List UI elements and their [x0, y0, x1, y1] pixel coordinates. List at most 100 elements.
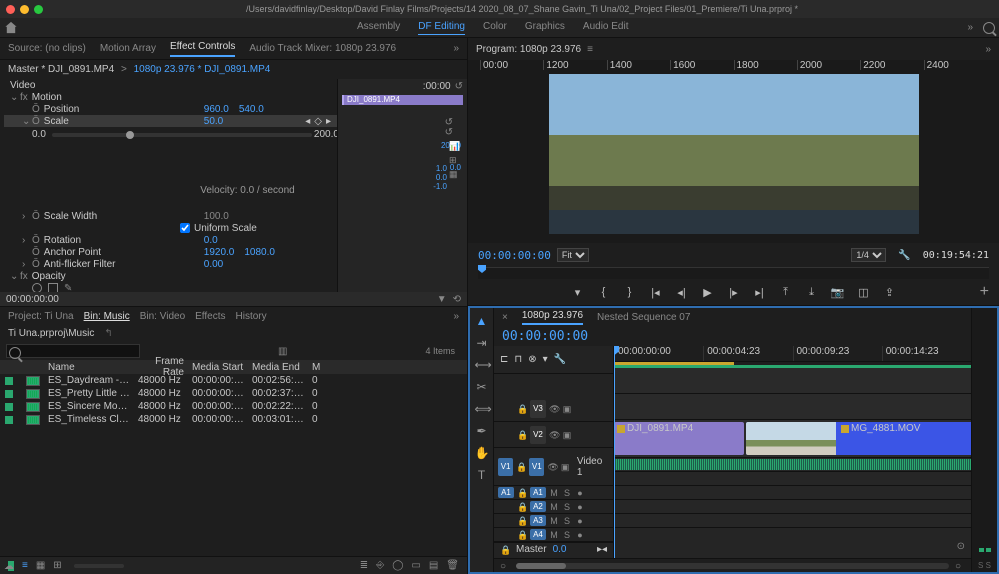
tab-audio-track-mixer[interactable]: Audio Track Mixer: 1080p 23.976: [249, 43, 396, 54]
tab-effects[interactable]: Effects: [195, 311, 225, 322]
sync-lock-icon[interactable]: ▣: [560, 462, 570, 472]
tab-source[interactable]: Source: (no clips): [8, 43, 86, 54]
motion-effect-label[interactable]: Motion: [32, 92, 192, 103]
track-target[interactable]: A3: [530, 515, 546, 526]
track-target[interactable]: V2: [530, 426, 546, 444]
track-header-a4[interactable]: 🔒A4MS●: [494, 528, 613, 542]
search-input[interactable]: [6, 344, 140, 358]
zoom-in-icon[interactable]: ○: [955, 561, 965, 571]
minimize-icon[interactable]: [20, 5, 29, 14]
filter-icon[interactable]: ▼: [437, 294, 447, 305]
tab-sequence-main[interactable]: 1080p 23.976: [522, 310, 583, 325]
settings-icon[interactable]: 🔧: [898, 250, 910, 261]
lock-icon[interactable]: ×: [502, 312, 508, 323]
col-more[interactable]: M: [308, 362, 318, 373]
workspace-assembly[interactable]: Assembly: [357, 21, 400, 35]
zoom-out-icon[interactable]: ○: [500, 561, 510, 571]
audio-meters[interactable]: S S: [971, 308, 997, 572]
disclosure-icon[interactable]: ›: [22, 211, 30, 222]
freeform-view-icon[interactable]: ⊞: [53, 560, 61, 571]
lift-icon[interactable]: ⤒: [779, 285, 793, 299]
tab-history[interactable]: History: [236, 311, 267, 322]
track-a2-lane[interactable]: [614, 472, 971, 486]
master-value[interactable]: 0.0: [553, 544, 567, 555]
settings-icon[interactable]: 🔧: [554, 354, 566, 365]
toggle-output-icon[interactable]: 👁: [549, 404, 559, 414]
share-icon[interactable]: ⇪: [883, 285, 897, 299]
keyframe-timeline[interactable]: :00:00↺ DJI_0891.MP4 ↺ ↺ 200.0 0.0 1.0 0…: [337, 79, 467, 292]
track-a3-lane[interactable]: [614, 486, 971, 500]
overflow-icon[interactable]: »: [967, 22, 973, 33]
trash-icon[interactable]: 🗑: [446, 560, 459, 571]
panel-menu-icon[interactable]: »: [453, 43, 459, 54]
track-target[interactable]: V1: [529, 458, 544, 476]
graph-tool-icon[interactable]: ▦: [449, 169, 459, 180]
disclosure-icon[interactable]: ›: [22, 259, 30, 270]
effect-timecode[interactable]: 00:00:00:00: [6, 294, 59, 305]
sync-status-icon[interactable]: ☁: [4, 561, 14, 572]
lock-icon[interactable]: 🔒: [517, 530, 527, 540]
anchor-y[interactable]: 1080.0: [244, 247, 275, 258]
scale-keyframe-graph[interactable]: 200.0 0.0 1.0 0.0 -1.0 📊 ⊞ ▦: [344, 141, 461, 191]
table-row[interactable]: ES_Pretty Little Moments - 48000 Hz 00:0…: [0, 387, 467, 400]
hand-tool-icon[interactable]: ✋: [475, 446, 489, 460]
automate-icon[interactable]: ⎆: [376, 560, 384, 571]
zoom-slider[interactable]: [74, 564, 124, 568]
track-target[interactable]: V3: [530, 400, 546, 418]
table-row[interactable]: ES_Daydream - Luwaks.mp3 48000 Hz 00:00:…: [0, 374, 467, 387]
kf-reset-icon[interactable]: ↺: [455, 81, 463, 92]
mask-pen-icon[interactable]: ✎: [64, 283, 72, 293]
add-keyframe-icon[interactable]: ◇: [314, 116, 322, 127]
lock-icon[interactable]: 🔒: [517, 430, 527, 440]
prev-keyframe-icon[interactable]: ◂: [305, 116, 310, 127]
panel-menu-icon[interactable]: ≡: [587, 44, 593, 55]
mute-icon[interactable]: M: [549, 530, 559, 540]
track-v2-lane[interactable]: [614, 394, 971, 420]
col-media-start[interactable]: Media Start: [188, 362, 248, 373]
mute-icon[interactable]: M: [549, 516, 559, 526]
new-item-icon[interactable]: ▤: [429, 560, 438, 571]
label-color-icon[interactable]: [5, 403, 13, 411]
export-frame-icon[interactable]: 📷: [831, 285, 845, 299]
scroll-thumb[interactable]: [516, 563, 566, 569]
track-header-v1[interactable]: V1🔒V1👁▣Video 1: [494, 448, 613, 486]
source-patch[interactable]: A1: [498, 487, 514, 498]
breadcrumb[interactable]: Ti Una.prproj\Music: [8, 328, 94, 339]
add-marker-icon[interactable]: ▾: [571, 285, 585, 299]
audio-clip[interactable]: [614, 459, 971, 470]
fx-badge-icon[interactable]: fx: [20, 92, 28, 103]
track-a1-lane[interactable]: [614, 458, 971, 472]
go-to-out-icon[interactable]: ▸|: [753, 285, 767, 299]
snap-icon[interactable]: ⊓: [514, 354, 522, 365]
mark-in-icon[interactable]: {: [597, 285, 611, 299]
tab-motion-array[interactable]: Motion Array: [100, 43, 156, 54]
program-viewer[interactable]: 00:001200140016001800200022002400: [468, 60, 999, 243]
track-header-a1[interactable]: A1🔒A1MS●: [494, 486, 613, 500]
marker-icon[interactable]: ▾: [543, 354, 548, 365]
nest-icon[interactable]: ⊏: [500, 354, 508, 365]
toggle-output-icon[interactable]: 👁: [547, 462, 557, 472]
bin-back-icon[interactable]: ↰: [104, 328, 112, 339]
sequence-link[interactable]: 1080p 23.976 * DJI_0891.MP4: [134, 64, 271, 75]
disclosure-icon[interactable]: ›: [22, 235, 30, 246]
track-header-v2[interactable]: 🔒V2👁▣: [494, 422, 613, 448]
lock-icon[interactable]: 🔒: [517, 488, 527, 498]
track-header-a2[interactable]: 🔒A2MS●: [494, 500, 613, 514]
kf-reset-icon[interactable]: ↺: [445, 127, 453, 138]
track-target[interactable]: A4: [530, 529, 546, 540]
step-forward-icon[interactable]: |▸: [727, 285, 741, 299]
timeline-snap-icon[interactable]: ⊙: [957, 541, 965, 552]
new-bin-icon[interactable]: ▭: [411, 560, 420, 571]
fx-badge-icon[interactable]: fx: [20, 271, 28, 282]
solo-icon[interactable]: S: [562, 516, 572, 526]
mask-ellipse-icon[interactable]: [32, 283, 42, 292]
mark-out-icon[interactable]: }: [623, 285, 637, 299]
workspace-color[interactable]: Color: [483, 21, 507, 35]
track-target[interactable]: A2: [530, 501, 546, 512]
anchor-x[interactable]: 1920.0: [204, 247, 235, 258]
master-lane[interactable]: [614, 514, 971, 528]
ripple-tool-icon[interactable]: ⟷: [475, 358, 489, 372]
tab-bin-video[interactable]: Bin: Video: [140, 311, 185, 322]
opacity-label[interactable]: Opacity: [32, 271, 192, 282]
icon-view-icon[interactable]: ▦: [36, 560, 45, 571]
